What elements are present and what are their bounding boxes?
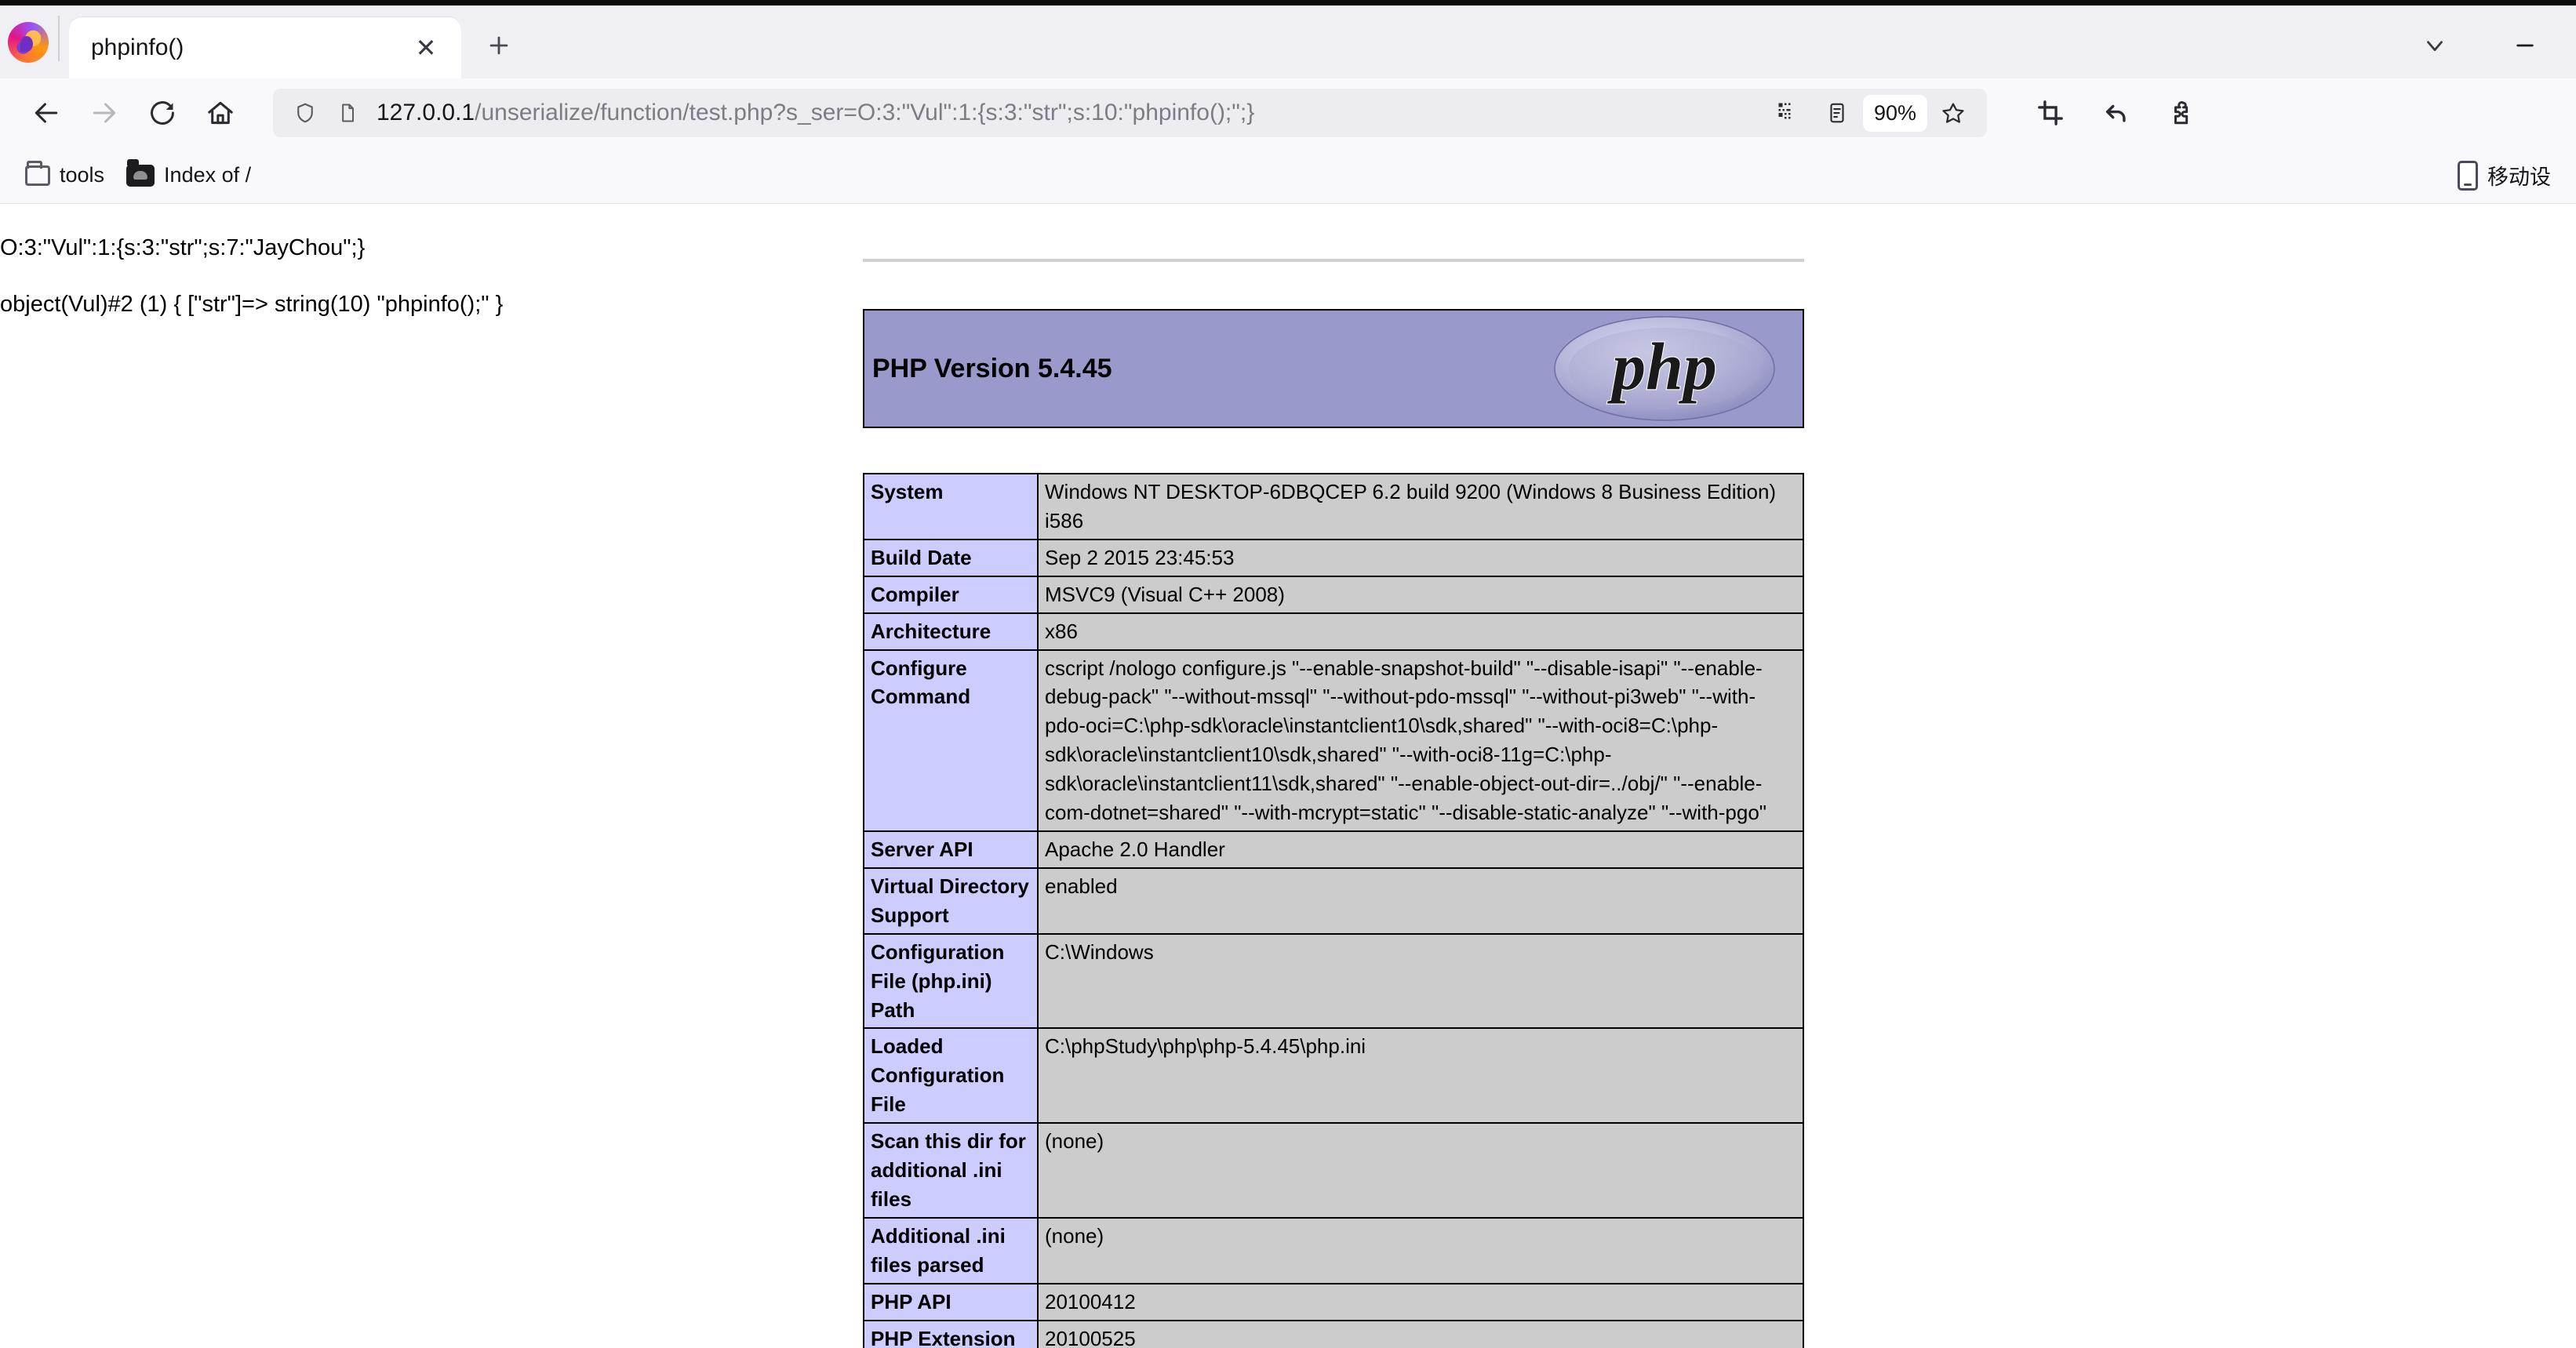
home-button[interactable] — [191, 84, 249, 142]
svg-text:php: php — [1606, 329, 1717, 404]
table-row: Virtual Directory Support enabled — [863, 867, 1804, 935]
bookmark-index-of[interactable]: Index of / — [115, 158, 262, 192]
back-button[interactable] — [17, 84, 75, 142]
row-value: Apache 2.0 Handler — [1037, 830, 1804, 869]
row-value: C:\Windows — [1037, 932, 1804, 1030]
undo-arrow-icon[interactable] — [2087, 84, 2145, 142]
phpinfo-table: System Windows NT DESKTOP-6DBQCEP 6.2 bu… — [863, 473, 1804, 1348]
table-row: Additional .ini files parsed (none) — [863, 1216, 1804, 1284]
urlbar-action-buttons: 90% — [1766, 92, 1976, 134]
row-key: PHP Extension — [863, 1319, 1039, 1348]
extensions-puzzle-icon[interactable] — [2153, 84, 2211, 142]
bookmark-label: Index of / — [164, 163, 252, 187]
row-value: (none) — [1037, 1122, 1804, 1219]
row-key: Loaded Configuration File — [863, 1027, 1039, 1125]
table-row: System Windows NT DESKTOP-6DBQCEP 6.2 bu… — [863, 473, 1804, 540]
vardump-output-text: object(Vul)#2 (1) { ["str"]=> string(10)… — [0, 292, 504, 317]
table-row: Architecture x86 — [863, 612, 1804, 651]
row-value: enabled — [1037, 867, 1804, 935]
row-value: x86 — [1037, 612, 1804, 651]
row-value: C:\phpStudy\php\php-5.4.45\php.ini — [1037, 1027, 1804, 1125]
url-input[interactable]: 127.0.0.1/unserialize/function/test.php?… — [377, 100, 1766, 126]
row-value: 20100525 — [1037, 1319, 1804, 1348]
folder-icon — [25, 160, 50, 186]
row-key: Build Date — [863, 538, 1039, 577]
row-value: Sep 2 2015 23:45:53 — [1037, 538, 1804, 577]
row-value: 20100412 — [1037, 1282, 1804, 1321]
table-row: Configure Command cscript /nologo config… — [863, 649, 1804, 832]
row-value: Windows NT DESKTOP-6DBQCEP 6.2 build 920… — [1037, 473, 1804, 540]
firefox-logo-icon — [8, 22, 49, 63]
url-host: 127.0.0.1 — [377, 100, 475, 125]
folder-dark-icon — [126, 158, 155, 187]
navigation-toolbar: 127.0.0.1/unserialize/function/test.php?… — [0, 78, 2576, 147]
row-key: Compiler — [863, 575, 1039, 614]
table-row: Scan this dir for additional .ini files … — [863, 1122, 1804, 1219]
table-row: Server API Apache 2.0 Handler — [863, 830, 1804, 869]
list-all-tabs-button[interactable] — [2396, 24, 2474, 67]
page-viewport: O:3:"Vul":1:{s:3:"str";s:7:"JayChou";} o… — [0, 204, 2576, 1348]
php-logo-icon: php — [1554, 316, 1775, 421]
window-controls — [2396, 24, 2576, 78]
phpinfo-table-body: System Windows NT DESKTOP-6DBQCEP 6.2 bu… — [863, 473, 1804, 1348]
row-key: Architecture — [863, 612, 1039, 651]
row-key: Configure Command — [863, 649, 1039, 832]
tab-title: phpinfo() — [91, 35, 184, 60]
row-key: Additional .ini files parsed — [863, 1216, 1039, 1284]
table-row: PHP API 20100412 — [863, 1282, 1804, 1321]
bookmark-label: tools — [60, 163, 105, 187]
page-title: PHP Version 5.4.45 — [872, 353, 1112, 383]
row-key: Server API — [863, 830, 1039, 869]
row-value: (none) — [1037, 1216, 1804, 1284]
forward-button[interactable] — [75, 84, 133, 142]
minimize-button[interactable] — [2474, 24, 2576, 67]
qr-code-icon[interactable] — [1766, 92, 1811, 134]
table-row: Compiler MSVC9 (Visual C++ 2008) — [863, 575, 1804, 614]
serialized-output-text: O:3:"Vul":1:{s:3:"str";s:7:"JayChou";} — [0, 235, 366, 260]
tabstrip-divider — [58, 16, 60, 61]
shield-icon[interactable] — [284, 92, 326, 134]
row-value: cscript /nologo configure.js "--enable-s… — [1037, 649, 1804, 832]
phpinfo-container: PHP Version 5.4.45 php System Windows NT… — [863, 204, 1804, 1348]
bookmark-star-icon[interactable] — [1930, 92, 1976, 134]
reload-button[interactable] — [133, 84, 191, 142]
bookmark-label: 移动设 — [2487, 165, 2551, 189]
row-value: MSVC9 (Visual C++ 2008) — [1037, 575, 1804, 614]
screenshot-crop-icon[interactable] — [2021, 84, 2079, 142]
row-key: Scan this dir for additional .ini files — [863, 1122, 1039, 1219]
close-icon[interactable]: ✕ — [408, 30, 444, 66]
page-info-icon[interactable] — [326, 92, 369, 134]
bookmarks-overflow: 移动设 — [2447, 155, 2562, 195]
url-path: /unserialize/function/test.php?s_ser=O:3… — [475, 100, 1255, 125]
toolbar-extra-buttons — [2021, 84, 2211, 142]
row-key: Virtual Directory Support — [863, 867, 1039, 935]
row-key: Configuration File (php.ini) Path — [863, 932, 1039, 1030]
browser-window: phpinfo() ✕ 127.0.0.1/unserialize/functi… — [0, 0, 2576, 1348]
bookmarks-toolbar: tools Index of / 移动设 — [0, 147, 2576, 204]
row-key: System — [863, 473, 1039, 540]
bookmark-tools[interactable]: tools — [14, 158, 115, 192]
php-version-banner: PHP Version 5.4.45 php — [863, 309, 1804, 428]
table-row: Loaded Configuration File C:\phpStudy\ph… — [863, 1027, 1804, 1125]
table-row: PHP Extension 20100525 — [863, 1319, 1804, 1348]
new-tab-button[interactable] — [477, 24, 521, 67]
table-row: Build Date Sep 2 2015 23:45:53 — [863, 538, 1804, 577]
address-bar[interactable]: 127.0.0.1/unserialize/function/test.php?… — [273, 89, 1987, 137]
row-key: PHP API — [863, 1282, 1039, 1321]
mobile-device-icon — [2458, 160, 2478, 191]
reader-view-icon[interactable] — [1814, 92, 1860, 134]
window-top-strip — [0, 0, 2576, 5]
bookmark-mobile-device[interactable]: 移动设 — [2447, 155, 2562, 195]
table-row: Configuration File (php.ini) Path C:\Win… — [863, 932, 1804, 1030]
content-divider — [863, 259, 1804, 262]
title-bar: phpinfo() ✕ — [0, 0, 2576, 78]
tab-phpinfo[interactable]: phpinfo() ✕ — [69, 17, 461, 78]
zoom-level-indicator[interactable]: 90% — [1862, 94, 1927, 132]
